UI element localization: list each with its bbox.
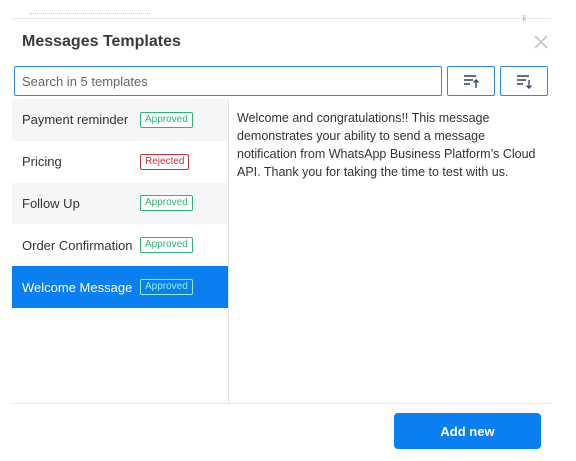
sort-ascending-icon (464, 75, 479, 88)
template-name: Payment reminder (22, 112, 129, 128)
template-name: Order Confirmation (22, 237, 133, 253)
status-badge: Approved (140, 237, 193, 254)
template-item-order-confirmation[interactable]: Order Confirmation Approved (12, 224, 228, 266)
background-window-detail (30, 13, 150, 16)
template-name: Welcome Message (22, 279, 133, 295)
template-item-follow-up[interactable]: Follow Up Approved (12, 182, 228, 225)
search-row (14, 66, 548, 96)
dialog-title: Messages Templates (22, 33, 181, 50)
sort-ascending-button[interactable] (447, 66, 495, 96)
template-item-welcome-message[interactable]: Welcome Message Approved (12, 266, 228, 308)
sort-descending-button[interactable] (500, 66, 548, 96)
template-item-pricing[interactable]: Pricing Rejected (12, 141, 228, 183)
close-icon[interactable] (533, 34, 549, 50)
template-item-payment-reminder[interactable]: Payment reminder Approved (12, 99, 228, 141)
background-window-mark: ⅱ (522, 14, 526, 23)
template-name: Pricing (22, 154, 62, 170)
search-input[interactable] (14, 66, 442, 96)
footer-divider (12, 403, 552, 404)
background-window-edge: ⅱ (12, 13, 552, 23)
dialog-header: Messages Templates (22, 31, 554, 53)
panel-divider (228, 99, 229, 403)
add-new-button[interactable]: Add new (394, 413, 541, 449)
status-badge: Rejected (140, 153, 190, 170)
template-list: Payment reminder Approved Pricing Reject… (12, 99, 228, 403)
status-badge: Approved (140, 111, 193, 128)
status-badge: Approved (140, 195, 193, 212)
sort-descending-icon (517, 75, 532, 89)
template-name: Follow Up (22, 195, 80, 211)
status-badge: Approved (140, 279, 193, 296)
template-preview-text: Welcome and congratulations!! This messa… (237, 111, 536, 179)
